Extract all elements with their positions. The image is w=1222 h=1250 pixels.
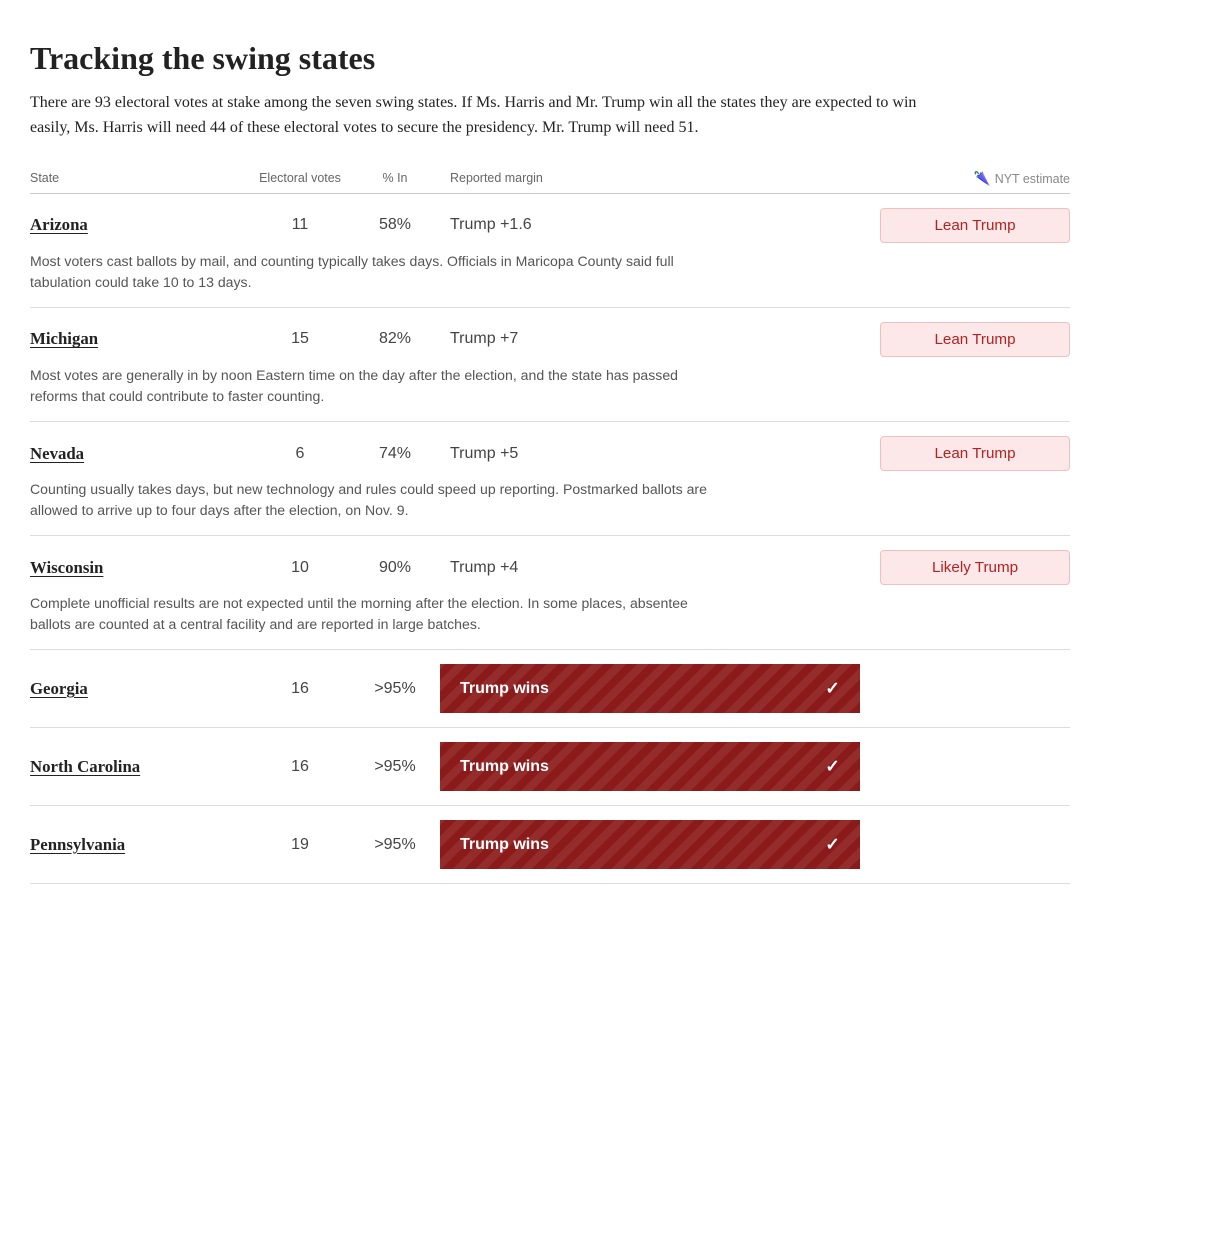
state-row-wins: Georgia16>95% Trump wins ✓ — [30, 650, 1070, 727]
state-row: Michigan1582%Trump +7 Lean Trump — [30, 308, 1070, 365]
state-name: North Carolina — [30, 757, 250, 777]
trump-wins-wrap: Trump wins ✓ — [440, 742, 860, 791]
state-block: Pennsylvania19>95% Trump wins ✓ — [30, 806, 1070, 884]
estimate-badge: Lean Trump — [880, 208, 1070, 243]
state-electoral: 11 — [250, 216, 350, 234]
state-pct: 82% — [350, 330, 440, 348]
state-estimate-wrap: Likely Trump — [850, 550, 1070, 585]
col-estimate: 🌂 NYT estimate — [850, 171, 1070, 187]
checkmark-icon: ✓ — [825, 678, 840, 699]
state-block: Arizona1158%Trump +1.6 Lean Trump Most vot… — [30, 194, 1070, 308]
trump-wins-text: Trump wins — [460, 680, 549, 698]
states-table: Arizona1158%Trump +1.6 Lean Trump Most vot… — [30, 194, 1070, 885]
trump-wins-wrap: Trump wins ✓ — [440, 664, 860, 713]
state-block: Michigan1582%Trump +7 Lean Trump Most vote… — [30, 308, 1070, 422]
trump-wins-wrap: Trump wins ✓ — [440, 820, 860, 869]
state-electoral: 19 — [250, 836, 350, 854]
state-name: Nevada — [30, 444, 250, 464]
page-title: Tracking the swing states — [30, 40, 1070, 77]
state-row: Arizona1158%Trump +1.6 Lean Trump — [30, 194, 1070, 251]
state-pct: >95% — [350, 758, 440, 776]
state-pct: >95% — [350, 836, 440, 854]
state-margin: Trump +5 — [440, 445, 850, 463]
col-margin: Reported margin — [440, 171, 850, 187]
state-electoral: 10 — [250, 559, 350, 577]
state-row: Nevada674%Trump +5 Lean Trump — [30, 422, 1070, 479]
state-name: Michigan — [30, 329, 250, 349]
estimate-badge: Lean Trump — [880, 322, 1070, 357]
state-block: North Carolina16>95% Trump wins ✓ — [30, 728, 1070, 806]
state-pct: 90% — [350, 559, 440, 577]
umbrella-icon: 🌂 — [974, 171, 991, 187]
col-electoral: Electoral votes — [250, 171, 350, 187]
state-name: Georgia — [30, 679, 250, 699]
checkmark-icon: ✓ — [825, 756, 840, 777]
state-margin: Trump +4 — [440, 559, 850, 577]
state-margin: Trump +1.6 — [440, 216, 850, 234]
checkmark-icon: ✓ — [825, 834, 840, 855]
table-header: State Electoral votes % In Reported marg… — [30, 171, 1070, 194]
state-note: Complete unofficial results are not expe… — [30, 593, 710, 649]
estimate-badge: Likely Trump — [880, 550, 1070, 585]
state-estimate-wrap: Lean Trump — [850, 208, 1070, 243]
trump-wins-text: Trump wins — [460, 836, 549, 854]
state-name: Pennsylvania — [30, 835, 250, 855]
state-name: Wisconsin — [30, 558, 250, 578]
state-block: Georgia16>95% Trump wins ✓ — [30, 650, 1070, 728]
estimate-badge: Lean Trump — [880, 436, 1070, 471]
intro-text: There are 93 electoral votes at stake am… — [30, 91, 930, 141]
state-electoral: 6 — [250, 445, 350, 463]
state-row-wins: Pennsylvania19>95% Trump wins ✓ — [30, 806, 1070, 883]
state-note: Counting usually takes days, but new tec… — [30, 479, 710, 535]
state-estimate-wrap: Lean Trump — [850, 436, 1070, 471]
state-electoral: 15 — [250, 330, 350, 348]
state-estimate-wrap: Lean Trump — [850, 322, 1070, 357]
state-name: Arizona — [30, 215, 250, 235]
state-electoral: 16 — [250, 680, 350, 698]
trump-wins-badge: Trump wins ✓ — [440, 664, 860, 713]
col-pct: % In — [350, 171, 440, 187]
trump-wins-text: Trump wins — [460, 758, 549, 776]
state-electoral: 16 — [250, 758, 350, 776]
state-note: Most votes are generally in by noon East… — [30, 365, 710, 421]
state-row-wins: North Carolina16>95% Trump wins ✓ — [30, 728, 1070, 805]
state-pct: 58% — [350, 216, 440, 234]
state-margin: Trump +7 — [440, 330, 850, 348]
state-pct: >95% — [350, 680, 440, 698]
state-pct: 74% — [350, 445, 440, 463]
col-state: State — [30, 171, 250, 187]
state-row: Wisconsin1090%Trump +4 Likely Trump — [30, 536, 1070, 593]
state-block: Wisconsin1090%Trump +4 Likely Trump Comple… — [30, 536, 1070, 650]
trump-wins-badge: Trump wins ✓ — [440, 820, 860, 869]
state-note: Most voters cast ballots by mail, and co… — [30, 251, 710, 307]
trump-wins-badge: Trump wins ✓ — [440, 742, 860, 791]
state-block: Nevada674%Trump +5 Lean Trump Counting usu… — [30, 422, 1070, 536]
